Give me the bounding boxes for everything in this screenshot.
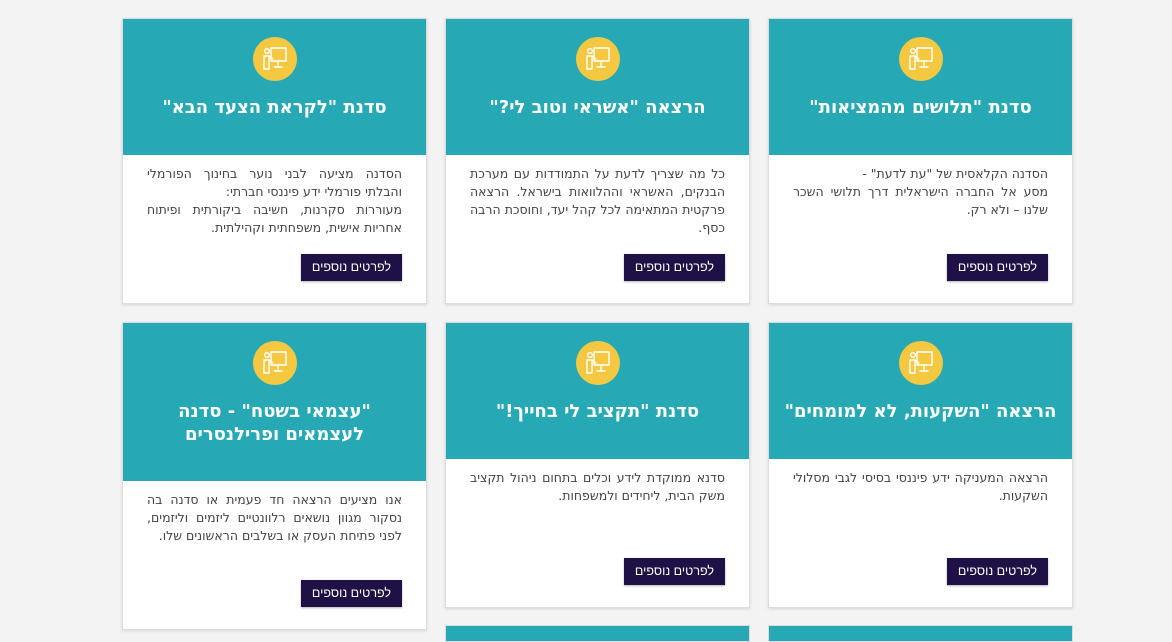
more-details-button[interactable]: לפרטים נוספים (300, 254, 402, 281)
card-title: סדנת "תקציב לי בחייך!" (495, 401, 700, 422)
card-body: הסדנה הקלאסית של "עת לדעת" - מסע אל החבר… (769, 155, 1072, 303)
more-details-button[interactable]: לפרטים נוספים (946, 558, 1048, 585)
card-description: הסדנה מציעה לבני נוער בחינוך הפורמלי והב… (147, 166, 402, 235)
card-description: סדנא ממוקדת לידע וכלים בתחום ניהול תקציב… (470, 470, 725, 503)
course-card: הרצאה "השקעות, לא למומחים" הרצאה המעניקה… (768, 322, 1073, 608)
card-description: הסדנה הקלאסית של "עת לדעת" - מסע אל החבר… (793, 166, 1048, 217)
card-header: "עצמאי בשטח" - סדנה לעצמאים ופרילנסרים (123, 323, 426, 481)
card-header: הרצאה "אשראי וטוב לי?" (446, 19, 749, 155)
card-description: כל מה שצריך לדעת על התמודדות עם מערכת הב… (470, 166, 725, 235)
card-header: הרצאה "השקעות, לא למומחים" (769, 323, 1072, 459)
card-description: אנו מציעים הרצאה חד פעמית או סדנה בה נסק… (147, 492, 402, 543)
course-card-partial (768, 625, 1073, 642)
course-card: סדנת "לקראת הצעד הבא" הסדנה מציעה לבני נ… (122, 18, 427, 304)
course-card: סדנת "תלושים מהמציאות" הסדנה הקלאסית של … (768, 18, 1073, 304)
course-card: סדנת "תקציב לי בחייך!" סדנא ממוקדת לידע … (445, 322, 750, 608)
more-details-button[interactable]: לפרטים נוספים (300, 580, 402, 607)
teacher-presentation-icon (898, 37, 943, 81)
more-details-button[interactable]: לפרטים נוספים (623, 558, 725, 585)
more-details-button[interactable]: לפרטים נוספים (946, 254, 1048, 281)
card-body: אנו מציעים הרצאה חד פעמית או סדנה בה נסק… (123, 481, 426, 629)
card-description: הרצאה המעניקה ידע פיננסי בסיסי לגבי מסלו… (793, 470, 1048, 503)
card-title: הרצאה "אשראי וטוב לי?" (489, 97, 706, 118)
card-body: סדנא ממוקדת לידע וכלים בתחום ניהול תקציב… (446, 459, 749, 607)
course-card-partial (445, 625, 750, 642)
teacher-presentation-icon (575, 341, 620, 385)
card-title: הרצאה "השקעות, לא למומחים" (784, 401, 1057, 422)
teacher-presentation-icon (898, 341, 943, 385)
card-body: כל מה שצריך לדעת על התמודדות עם מערכת הב… (446, 155, 749, 303)
courses-grid: סדנת "לקראת הצעד הבא" הסדנה מציעה לבני נ… (0, 0, 1172, 642)
card-header: סדנת "לקראת הצעד הבא" (123, 19, 426, 155)
card-title: "עצמאי בשטח" - סדנה לעצמאים ופרילנסרים (178, 401, 371, 445)
card-title: סדנת "תלושים מהמציאות" (809, 97, 1032, 118)
teacher-presentation-icon (252, 341, 297, 385)
card-header: סדנת "תקציב לי בחייך!" (446, 323, 749, 459)
teacher-presentation-icon (252, 37, 297, 81)
card-header: סדנת "תלושים מהמציאות" (769, 19, 1072, 155)
card-body: הסדנה מציעה לבני נוער בחינוך הפורמלי והב… (123, 155, 426, 303)
more-details-button[interactable]: לפרטים נוספים (623, 254, 725, 281)
teacher-presentation-icon (575, 37, 620, 81)
card-title: סדנת "לקראת הצעד הבא" (162, 97, 387, 118)
course-card: "עצמאי בשטח" - סדנה לעצמאים ופרילנסרים א… (122, 322, 427, 630)
course-card: הרצאה "אשראי וטוב לי?" כל מה שצריך לדעת … (445, 18, 750, 304)
card-body: הרצאה המעניקה ידע פיננסי בסיסי לגבי מסלו… (769, 459, 1072, 607)
